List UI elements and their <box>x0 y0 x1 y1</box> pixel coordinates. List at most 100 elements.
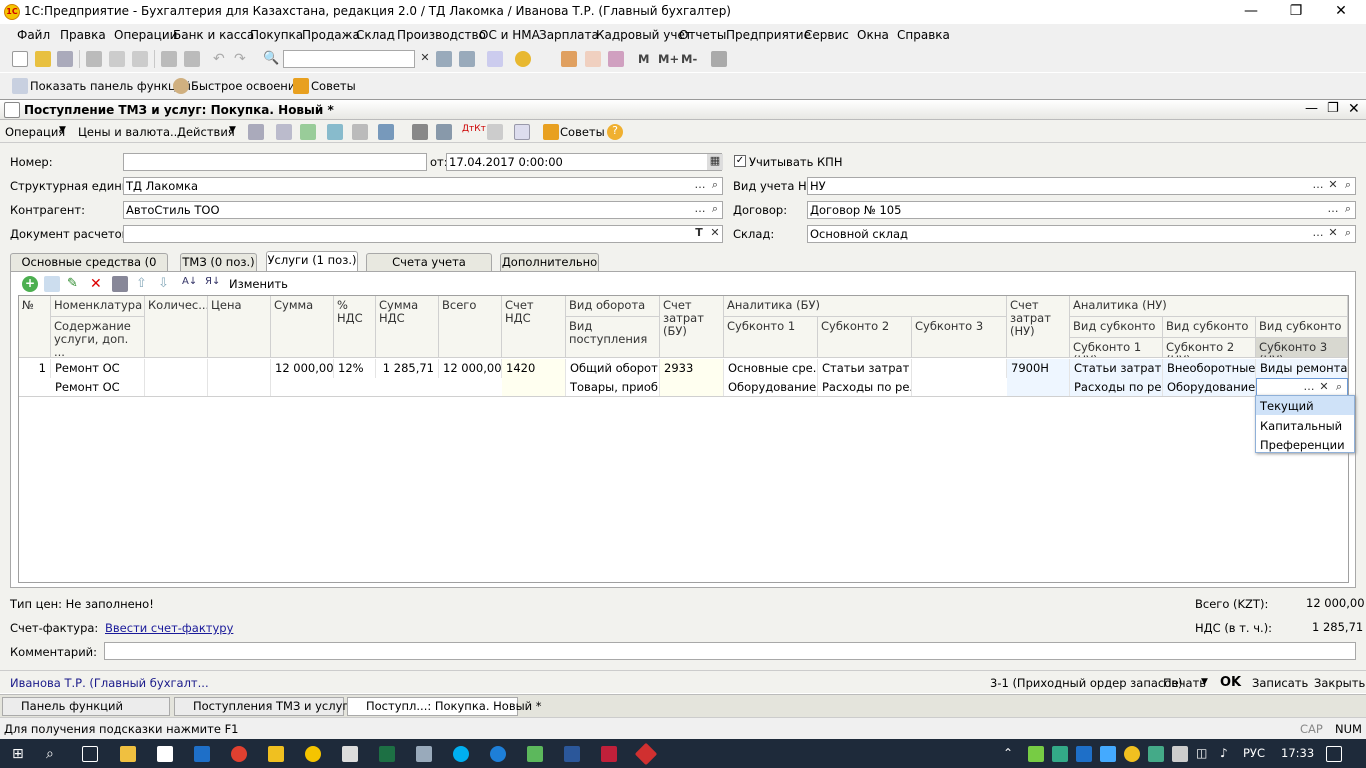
menu-sales[interactable]: Продажа <box>302 28 360 42</box>
tools-icon[interactable] <box>711 51 727 67</box>
copy-icon[interactable] <box>109 51 125 67</box>
row1-sub2-nu[interactable]: Оборудование... <box>1163 378 1256 397</box>
maximize-button[interactable]: ❐ <box>1273 0 1319 24</box>
window-tab-receipts[interactable]: Поступления ТМЗ и услуг <box>174 697 348 716</box>
quick-learn-button[interactable]: Быстрое освоение <box>191 79 302 93</box>
actions-menu[interactable]: Действия <box>177 125 235 139</box>
row1-content[interactable]: Ремонт ОС <box>51 378 145 397</box>
print-icon[interactable] <box>161 51 177 67</box>
close-doc-button[interactable]: Закрыть <box>1314 676 1365 690</box>
1c-icon[interactable] <box>305 746 321 762</box>
nu-select-icon[interactable]: … <box>1310 178 1326 194</box>
edit-row-icon[interactable]: ✎ <box>67 276 83 292</box>
tab-additional[interactable]: Дополнительно <box>500 253 599 271</box>
unit-field[interactable]: ТД Лакомка <box>123 177 723 195</box>
menu-help[interactable]: Справка <box>897 28 950 42</box>
row1-receipt[interactable]: Товары, приоб... <box>566 378 660 397</box>
excel-icon[interactable] <box>379 746 395 762</box>
pdf-icon[interactable] <box>601 746 617 762</box>
volume-icon[interactable]: ♪ <box>1220 746 1236 762</box>
menu-service[interactable]: Сервис <box>804 28 849 42</box>
warehouse-clear-icon[interactable]: ✕ <box>1325 226 1341 242</box>
row1-sub2-value[interactable]: Расходы по ре... <box>818 378 912 397</box>
row1-vsub2[interactable]: Внеоборотные... <box>1163 359 1256 378</box>
find-prev-icon[interactable] <box>459 51 475 67</box>
menu-warehouse[interactable]: Склад <box>356 28 395 42</box>
magnifier-icon[interactable] <box>416 746 432 762</box>
close-button[interactable]: ✕ <box>1318 0 1364 24</box>
unpost-icon[interactable] <box>276 124 292 140</box>
show-panel-button[interactable]: Показать панель функций <box>30 79 191 93</box>
row1-price[interactable] <box>208 359 271 396</box>
task-view-icon[interactable] <box>82 746 98 762</box>
row1-sub1[interactable]: Основные сре... <box>724 359 818 378</box>
add-row-icon[interactable]: + <box>22 276 38 292</box>
unit-search-icon[interactable]: ⌕ <box>707 178 723 194</box>
print-button[interactable]: Печать <box>1163 676 1206 690</box>
row1-sub3[interactable] <box>912 359 1007 378</box>
calendar-icon[interactable] <box>585 51 601 67</box>
save-icon[interactable] <box>57 51 73 67</box>
calculator-taskbar-icon[interactable] <box>342 746 358 762</box>
copy-row-icon[interactable] <box>44 276 60 292</box>
refresh-icon[interactable] <box>300 124 316 140</box>
row1-vsub1[interactable]: Статьи затрат <box>1070 359 1163 378</box>
tray-up-icon[interactable]: ⌃ <box>1003 746 1019 762</box>
doc-tips-button[interactable]: Советы <box>560 125 605 139</box>
paste-icon[interactable] <box>132 51 148 67</box>
dropdown-option-current[interactable]: Текущий <box>1256 396 1354 415</box>
calendar-button-icon[interactable]: ▦ <box>707 154 723 170</box>
save-button[interactable]: Записать <box>1252 676 1308 690</box>
explorer-icon[interactable] <box>120 746 136 762</box>
comment-field[interactable] <box>104 642 1356 660</box>
tab-tmz[interactable]: ТМЗ (0 поз.) <box>180 253 257 271</box>
contract-select-icon[interactable]: … <box>1325 202 1341 218</box>
row1-sub1-nu[interactable]: Расходы по ре... <box>1070 378 1163 397</box>
redo-icon[interactable]: ↷ <box>234 51 250 67</box>
preview-icon[interactable] <box>184 51 200 67</box>
kpn-checkbox[interactable]: ✓ <box>734 155 746 167</box>
menu-bank[interactable]: Банк и касса <box>173 28 254 42</box>
row1-nomenclature[interactable]: Ремонт ОС <box>51 359 145 378</box>
menu-production[interactable]: Производство <box>397 28 486 42</box>
create-invoice-link[interactable]: Ввести счет-фактуру <box>105 621 233 635</box>
tab-services[interactable]: Услуги (1 поз.) <box>266 251 358 271</box>
ok-button[interactable]: OK <box>1220 675 1241 690</box>
row1-vat-pct[interactable]: 12% <box>334 359 376 378</box>
store-icon[interactable] <box>157 746 173 762</box>
sort-asc-icon[interactable]: A↓ <box>182 276 198 292</box>
users-icon[interactable] <box>608 51 624 67</box>
tray-people-icon[interactable] <box>1028 746 1044 762</box>
sub3-select-icon[interactable]: … <box>1301 380 1317 396</box>
word-icon[interactable] <box>564 746 580 762</box>
menu-purchase[interactable]: Покупка <box>250 28 303 42</box>
contractor-search-icon[interactable]: ⌕ <box>707 202 723 218</box>
delete-row-icon[interactable]: ✕ <box>90 276 106 292</box>
menu-hr[interactable]: Кадровый учет <box>596 28 692 42</box>
menu-reports[interactable]: Отчеты <box>679 28 726 42</box>
based-on-icon[interactable] <box>327 124 343 140</box>
prices-currency-button[interactable]: Цены и валюта... <box>78 125 181 139</box>
ie-icon[interactable] <box>490 746 506 762</box>
row1-vat-sum[interactable]: 1 285,71 <box>376 359 439 378</box>
row1-total[interactable]: 12 000,00 <box>439 359 502 378</box>
go-icon[interactable] <box>378 124 394 140</box>
doc-restore-button[interactable]: ❐ <box>1327 101 1339 116</box>
tt-icon[interactable] <box>514 124 530 140</box>
row1-n[interactable]: 1 <box>19 359 51 378</box>
anydesk-icon[interactable] <box>634 742 658 766</box>
row1-sub1-value[interactable]: Оборудование ... <box>724 378 818 397</box>
find-next-icon[interactable] <box>436 51 452 67</box>
menu-os-nma[interactable]: ОС и НМА <box>479 28 540 42</box>
number-field[interactable] <box>123 153 427 171</box>
warehouse-field[interactable]: Основной склад <box>807 225 1356 243</box>
new-icon[interactable] <box>12 51 28 67</box>
tray-drive-icon[interactable] <box>1148 746 1164 762</box>
calculator-icon[interactable] <box>561 51 577 67</box>
tips-button[interactable]: Советы <box>311 79 356 93</box>
row1-qty[interactable] <box>145 359 208 396</box>
row1-sum[interactable]: 12 000,00 <box>271 359 334 378</box>
order-button[interactable]: 3-1 (Приходный ордер запасов) <box>990 676 1183 690</box>
menu-edit[interactable]: Правка <box>60 28 106 42</box>
sub3-search-icon[interactable]: ⌕ <box>1331 380 1347 396</box>
